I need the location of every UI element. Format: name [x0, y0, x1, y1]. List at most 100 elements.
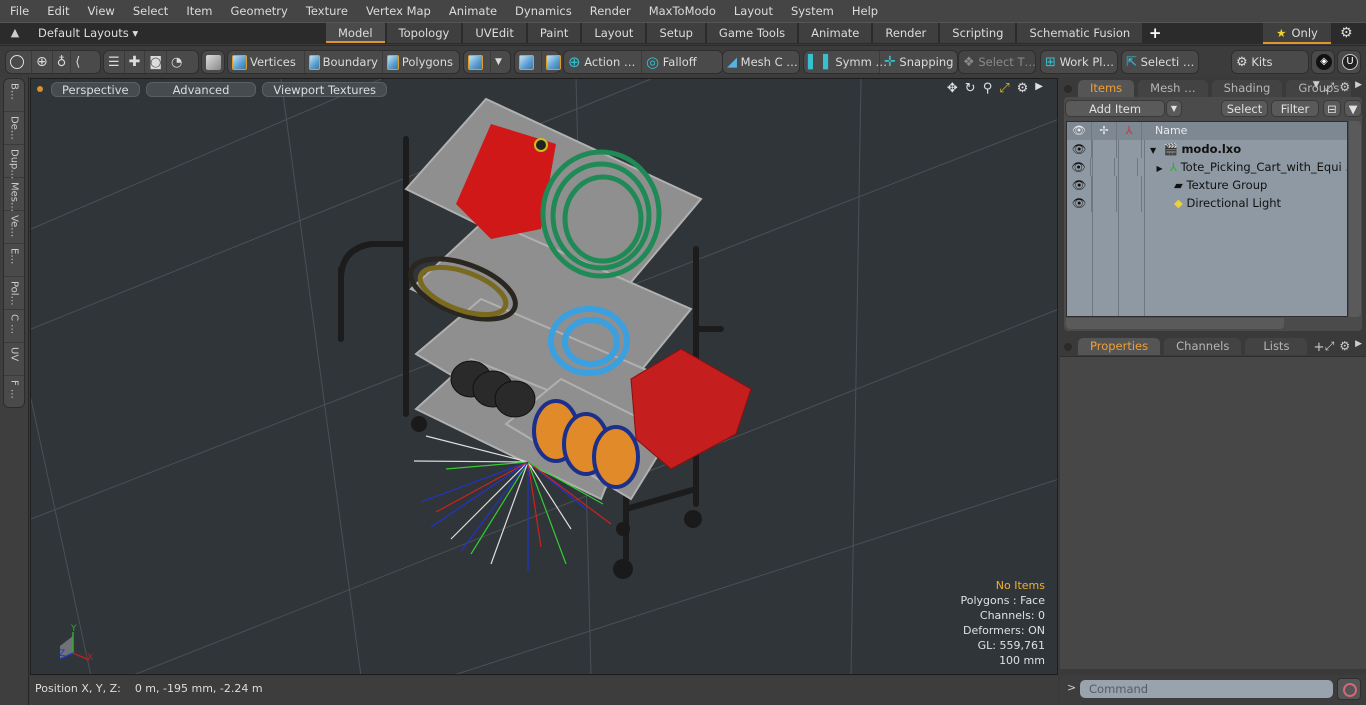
menu-geometry[interactable]: Geometry [221, 0, 296, 22]
record-macro-button[interactable] [1337, 678, 1361, 700]
panel-expand-icon[interactable]: ▶ [1355, 80, 1362, 95]
select-through-button[interactable]: ❖ Select T… [959, 51, 1040, 73]
collapse-up-icon[interactable]: ▲ [8, 26, 22, 40]
rotate-icon[interactable]: ↻ [965, 81, 976, 96]
pen-tool-button[interactable]: ♁ [53, 51, 72, 73]
expand-arrow-icon[interactable]: ▶ [1156, 164, 1162, 173]
menu-vertex-map[interactable]: Vertex Map [356, 0, 439, 22]
tree-row[interactable]: 👁 ▰ Texture Group [1067, 176, 1347, 194]
unreal-kit-button[interactable]: U [1338, 51, 1362, 73]
left-tab-mesh-edit[interactable]: Mes… [4, 178, 24, 212]
globe-tool-button[interactable]: ⊕ [32, 51, 53, 73]
zoom-icon[interactable]: ⚲ [983, 81, 993, 96]
menu-item[interactable]: Item [176, 0, 220, 22]
frame-tool-button[interactable]: ◙ [145, 51, 168, 73]
viewport-expand-icon[interactable]: ▶ [1035, 81, 1043, 96]
name-column-header[interactable]: Name [1142, 122, 1187, 140]
tab-lists[interactable]: Lists [1245, 338, 1308, 355]
snapping-button[interactable]: ✛ Snapping [880, 51, 956, 73]
add-item-button[interactable]: Add Item [1065, 100, 1165, 117]
tab-uvedit[interactable]: UVEdit [463, 23, 526, 43]
3d-viewport[interactable]: Y X Z Perspective Advanced Viewport Text… [30, 78, 1058, 675]
left-tab-polygon[interactable]: Pol… [4, 277, 24, 310]
material-mode-button[interactable] [464, 51, 491, 73]
tree-row[interactable]: 👁 ◆ Directional Light [1067, 194, 1347, 212]
tabs-dropdown-icon[interactable]: ▼ [1313, 80, 1320, 95]
select-button[interactable]: Select [1221, 100, 1268, 117]
selection-sets-button[interactable]: ⇱ Selecti … [1122, 51, 1198, 73]
panel-menu-dot[interactable] [1064, 85, 1072, 93]
menu-select[interactable]: Select [123, 0, 176, 22]
menu-edit[interactable]: Edit [37, 0, 77, 22]
viewport-menu-dot[interactable] [37, 86, 43, 92]
unwrap-tool-button[interactable]: ✚ [125, 51, 146, 73]
maximize-properties-icon[interactable]: ⤢ [1325, 339, 1335, 354]
type-column-icon[interactable]: ⅄ [1117, 122, 1142, 140]
maximize-icon[interactable]: ⤢ [999, 81, 1009, 96]
left-tab-vertex[interactable]: Ve… [4, 211, 24, 244]
panel-settings-icon[interactable]: ⚙ [1339, 80, 1350, 95]
tree-row[interactable]: 👁 ▶ ⅄ Tote_Picking_Cart_with_Equi … [1067, 158, 1347, 176]
maximize-panel-icon[interactable]: ⤢ [1325, 80, 1335, 95]
menu-system[interactable]: System [781, 0, 842, 22]
command-input[interactable]: Command [1080, 680, 1333, 698]
list-options-icon[interactable]: ⊟ [1323, 100, 1341, 117]
viewport-settings-icon[interactable]: ⚙ [1017, 81, 1029, 96]
left-tab-uv[interactable]: UV [4, 343, 24, 376]
tab-mesh-ops[interactable]: Mesh … [1138, 80, 1208, 97]
symmetry-button[interactable]: ▌▐ Symm … [804, 51, 887, 73]
action-center-button[interactable]: ⊕ Action … [564, 51, 642, 73]
tab-setup[interactable]: Setup [647, 23, 705, 43]
polygons-mode-button[interactable]: Polygons [383, 51, 457, 73]
left-tab-deform[interactable]: De… [4, 112, 24, 145]
align-tool-button[interactable]: ☰ [104, 51, 125, 73]
dial-tool-button[interactable]: ◔ [167, 51, 186, 73]
menu-view[interactable]: View [78, 0, 123, 22]
tree-row[interactable]: 👁 ▼ 🎬 modo.lxo [1067, 140, 1347, 158]
tab-schematic-fusion[interactable]: Schematic Fusion [1017, 23, 1143, 43]
visibility-column-icon[interactable]: 👁 [1067, 122, 1092, 140]
items-horizontal-scrollbar[interactable] [1066, 318, 1284, 329]
tab-channels[interactable]: Channels [1164, 338, 1242, 355]
visibility-eye-icon[interactable]: 👁 [1067, 194, 1092, 212]
tab-properties[interactable]: Properties [1078, 338, 1161, 355]
work-plane-button[interactable]: ⊞ Work Pl… [1041, 51, 1118, 73]
view-mode-button[interactable]: Perspective [51, 81, 140, 97]
tab-paint[interactable]: Paint [527, 23, 581, 43]
lock-column-icon[interactable]: ✢ [1092, 122, 1117, 140]
add-item-dropdown[interactable]: ▼ [1166, 100, 1182, 117]
left-tab-edge[interactable]: E… [4, 244, 24, 277]
mode-dropdown-button[interactable]: ▼ [491, 51, 506, 73]
falloff-button[interactable]: ◎ Falloff [642, 51, 722, 73]
left-tab-fusion[interactable]: F … [4, 376, 24, 409]
add-tab-button[interactable]: + [1144, 23, 1166, 44]
menu-help[interactable]: Help [842, 0, 886, 22]
mesh-constraint-button[interactable]: ◢ Mesh C … [723, 51, 802, 73]
menu-dynamics[interactable]: Dynamics [505, 0, 580, 22]
collapse-arrow-icon[interactable]: ▼ [1150, 146, 1156, 155]
boundary-mode-button[interactable]: Boundary [305, 51, 383, 73]
shading-mode-button[interactable]: Advanced [145, 81, 257, 97]
tab-model[interactable]: Model [326, 23, 385, 43]
vertices-mode-button[interactable]: Vertices [228, 51, 305, 73]
sketch-tool-button[interactable]: ⟨ [71, 51, 84, 73]
left-tab-curve[interactable]: C … [4, 310, 24, 343]
menu-render[interactable]: Render [580, 0, 639, 22]
visibility-eye-icon[interactable]: 👁 [1067, 140, 1092, 158]
properties-settings-icon[interactable]: ⚙ [1339, 339, 1350, 354]
menu-maxtomodo[interactable]: MaxToModo [639, 0, 724, 22]
items-vertical-scrollbar[interactable] [1349, 121, 1361, 317]
menu-texture[interactable]: Texture [296, 0, 356, 22]
menu-layout[interactable]: Layout [724, 0, 781, 22]
left-tab-basic[interactable]: B… [4, 79, 24, 112]
menu-animate[interactable]: Animate [439, 0, 505, 22]
only-toggle[interactable]: ★ Only [1263, 23, 1331, 44]
transform-axis-button[interactable] [515, 51, 542, 73]
left-tab-duplicate[interactable]: Dup… [4, 145, 24, 179]
layout-selector[interactable]: Default Layouts ▾ [38, 25, 138, 42]
visibility-eye-icon[interactable]: 👁 [1067, 158, 1091, 176]
sphere-tool-button[interactable] [6, 51, 32, 73]
tab-topology[interactable]: Topology [386, 23, 462, 43]
kits-button[interactable]: ⚙ Kits [1232, 51, 1277, 73]
properties-expand-icon[interactable]: ▶ [1355, 339, 1362, 354]
